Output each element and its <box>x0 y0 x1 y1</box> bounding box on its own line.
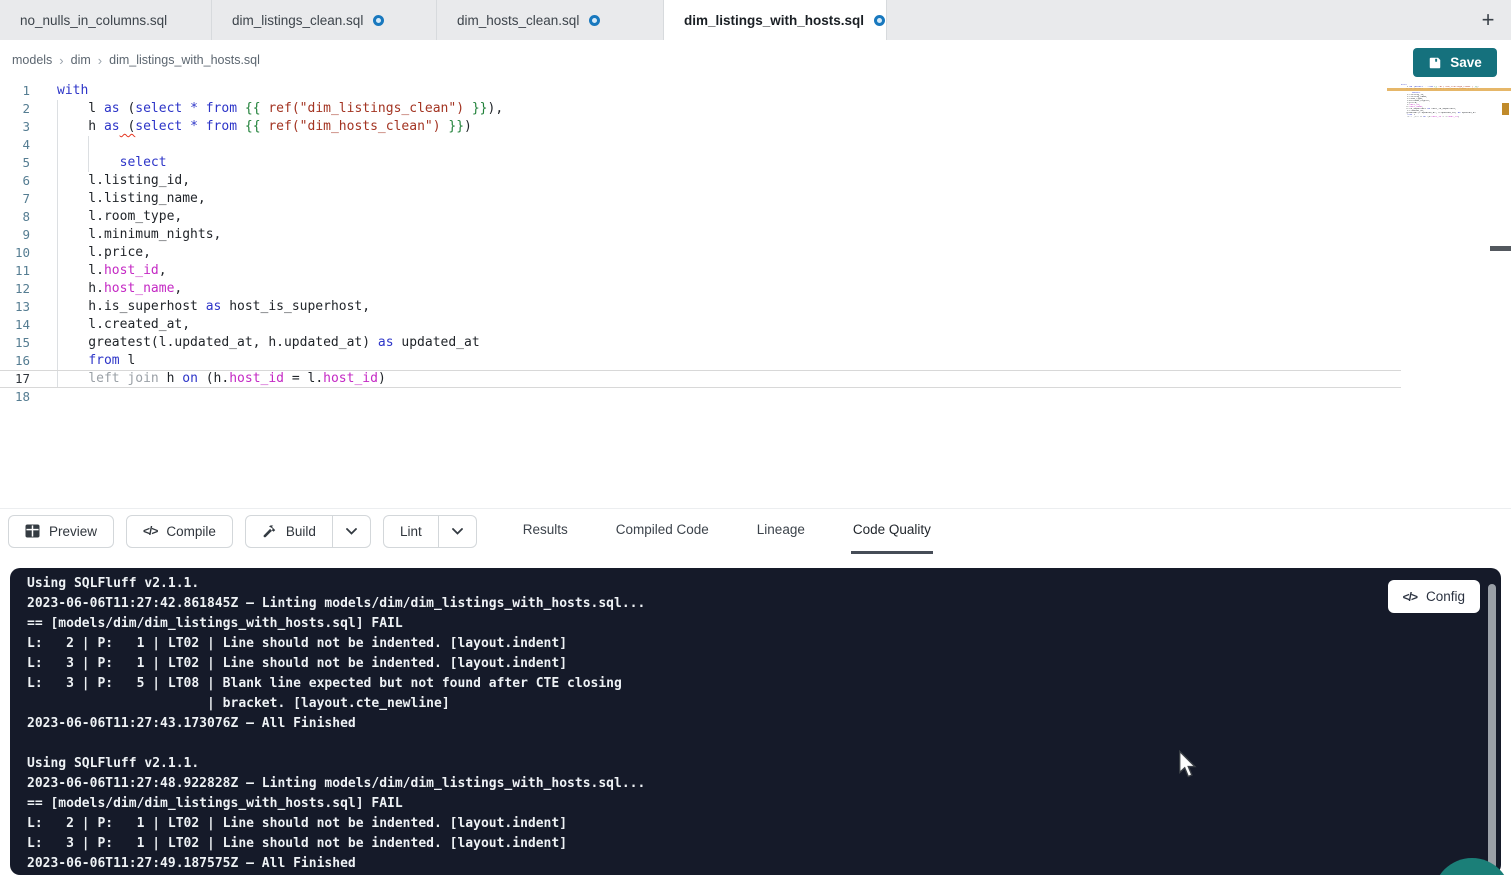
lint-button[interactable]: Lint <box>383 515 439 548</box>
code-line[interactable] <box>0 136 1401 154</box>
minimap-lint-highlight <box>1387 88 1511 91</box>
compile-button-label: Compile <box>166 524 216 539</box>
floppy-disk-icon <box>1428 56 1442 70</box>
build-button[interactable]: Build <box>245 515 333 548</box>
dbt-cloud-ide: no_nulls_in_columns.sql dim_listings_cle… <box>0 0 1511 875</box>
chevron-down-icon <box>346 528 357 535</box>
overview-ruler-warning-marker <box>1502 103 1509 115</box>
preview-button[interactable]: Preview <box>8 515 114 548</box>
config-button-label: Config <box>1426 589 1465 604</box>
code-line[interactable]: l.created_at, <box>0 316 1401 334</box>
file-tab-bar: no_nulls_in_columns.sql dim_listings_cle… <box>0 0 1511 40</box>
code-line[interactable]: h as (select * from {{ ref("dim_hosts_cl… <box>0 118 1401 136</box>
code-brackets-icon: </> <box>1403 590 1417 604</box>
code-line[interactable]: left join h on (h.host_id = l.host_id) <box>0 370 1401 388</box>
code-line[interactable]: with <box>0 82 1401 100</box>
code-brackets-icon: </> <box>143 524 157 538</box>
tab-bar-filler <box>887 0 1465 40</box>
preview-button-label: Preview <box>49 524 97 539</box>
code-line[interactable]: l.listing_id, <box>0 172 1401 190</box>
breadcrumb-item-models[interactable]: models <box>12 53 52 67</box>
code-line[interactable]: greatest(l.updated_at, h.updated_at) as … <box>0 334 1401 352</box>
tab-label: dim_listings_clean.sql <box>232 13 363 28</box>
tab-lineage[interactable]: Lineage <box>755 509 807 554</box>
save-button-label: Save <box>1450 55 1482 70</box>
terminal-scrollbar-thumb[interactable] <box>1488 584 1496 869</box>
result-panel-tabs: Results Compiled Code Lineage Code Quali… <box>521 509 933 554</box>
code-line[interactable]: l as (select * from {{ ref("dim_listings… <box>0 100 1401 118</box>
code-line[interactable]: l.listing_name, <box>0 190 1401 208</box>
save-button[interactable]: Save <box>1413 48 1497 77</box>
minimap-line <box>1401 118 1479 120</box>
code-line[interactable]: select <box>0 154 1401 172</box>
tab-no-nulls-in-columns[interactable]: no_nulls_in_columns.sql <box>0 0 212 40</box>
breadcrumb-item-file[interactable]: dim_listings_with_hosts.sql <box>109 53 260 67</box>
lint-button-label: Lint <box>400 524 422 539</box>
tab-label: dim_listings_with_hosts.sql <box>684 13 864 28</box>
unsaved-dot-icon[interactable] <box>589 15 600 26</box>
build-split-button: Build <box>245 515 371 548</box>
code-line[interactable] <box>0 388 1401 406</box>
code-editor[interactable]: 123456789101112131415161718 with l as (s… <box>0 80 1511 508</box>
tab-compiled-code[interactable]: Compiled Code <box>614 509 711 554</box>
unsaved-dot-icon[interactable] <box>373 15 384 26</box>
tab-label: dim_hosts_clean.sql <box>457 13 579 28</box>
lint-split-button: Lint <box>383 515 477 548</box>
breadcrumb-separator: › <box>98 53 102 68</box>
tab-label: no_nulls_in_columns.sql <box>20 13 167 28</box>
tab-dim-hosts-clean[interactable]: dim_hosts_clean.sql <box>437 0 664 40</box>
breadcrumb-separator: › <box>59 53 63 68</box>
breadcrumb-item-dim[interactable]: dim <box>71 53 91 67</box>
breadcrumb: models › dim › dim_listings_with_hosts.s… <box>0 40 1511 80</box>
code-line[interactable]: l.host_id, <box>0 262 1401 280</box>
code-line[interactable]: l.price, <box>0 244 1401 262</box>
chevron-down-icon <box>452 528 463 535</box>
code-line[interactable]: from l <box>0 352 1401 370</box>
code-area[interactable]: with l as (select * from {{ ref("dim_lis… <box>0 82 1401 406</box>
table-grid-icon <box>25 524 40 538</box>
code-line[interactable]: l.room_type, <box>0 208 1401 226</box>
tab-code-quality[interactable]: Code Quality <box>851 509 933 554</box>
hammer-icon <box>262 524 277 539</box>
code-line[interactable]: h.host_name, <box>0 280 1401 298</box>
compile-button[interactable]: </> Compile <box>126 515 233 548</box>
new-tab-button[interactable]: + <box>1465 0 1511 40</box>
code-line[interactable]: l.minimum_nights, <box>0 226 1401 244</box>
tab-dim-listings-with-hosts[interactable]: dim_listings_with_hosts.sql <box>664 0 887 40</box>
code-line[interactable]: h.is_superhost as host_is_superhost, <box>0 298 1401 316</box>
lint-output-terminal: Using SQLFluff v2.1.1. 2023-06-06T11:27:… <box>10 568 1501 875</box>
build-button-label: Build <box>286 524 316 539</box>
lint-dropdown-button[interactable] <box>439 515 477 548</box>
action-toolbar: Preview </> Compile Build L <box>0 508 1511 553</box>
config-button[interactable]: </> Config <box>1388 580 1480 613</box>
terminal-output: Using SQLFluff v2.1.1. 2023-06-06T11:27:… <box>27 574 645 874</box>
overview-ruler-position-marker <box>1490 246 1511 251</box>
tab-results[interactable]: Results <box>521 509 570 554</box>
unsaved-dot-icon[interactable] <box>874 15 885 26</box>
build-dropdown-button[interactable] <box>333 515 371 548</box>
tab-dim-listings-clean[interactable]: dim_listings_clean.sql <box>212 0 437 40</box>
